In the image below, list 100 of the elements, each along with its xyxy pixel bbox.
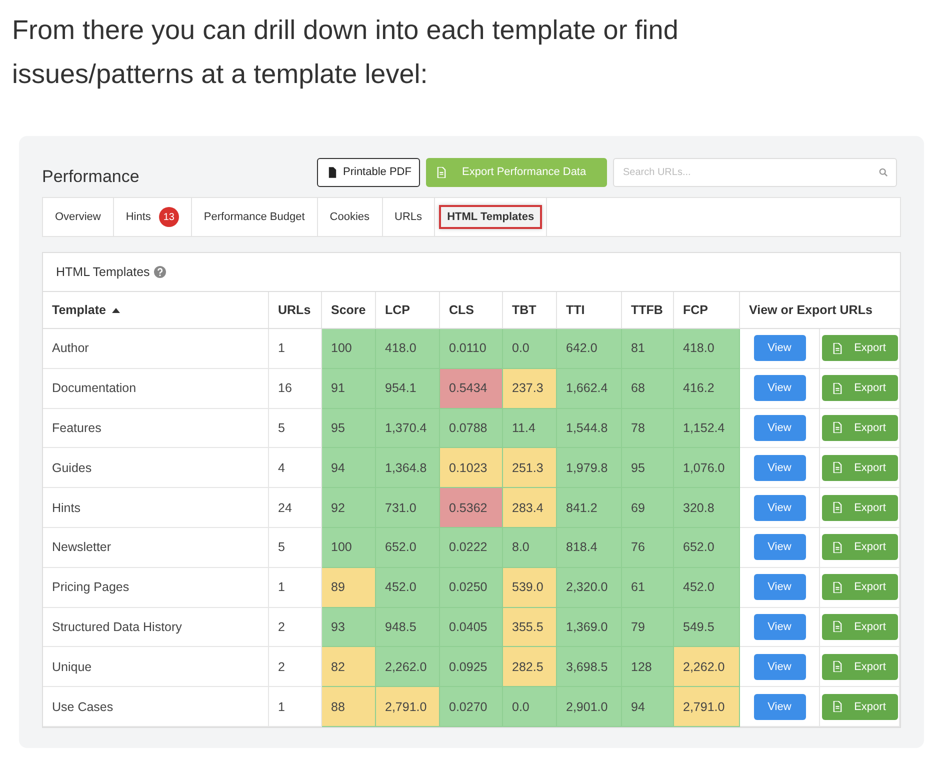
document-icon	[833, 342, 842, 354]
column-header[interactable]: TTFB	[631, 303, 663, 317]
table-cell: 81	[622, 328, 674, 368]
document-icon	[833, 422, 842, 434]
table-cell: 0.0110	[440, 328, 502, 368]
view-button[interactable]: View	[754, 414, 806, 441]
sort-icon[interactable]	[112, 308, 120, 314]
table-cell: 0.5362	[440, 488, 502, 528]
tab[interactable]: Cookies	[322, 205, 378, 229]
view-button[interactable]: View	[754, 654, 806, 680]
table-cell: 2,262.0	[674, 646, 740, 687]
table-cell: 100	[322, 527, 376, 568]
column-header[interactable]: TBT	[512, 303, 536, 317]
tab[interactable]: Performance Budget	[196, 205, 313, 229]
document-icon	[833, 582, 842, 593]
intro-paragraph: From there you can drill down into each template or find issues/patterns at a template level:	[12, 14, 680, 91]
table-cell: Hints	[43, 488, 268, 528]
table-cell: 76	[622, 527, 674, 568]
table-cell: 652.0	[674, 527, 740, 568]
column-header[interactable]: TTI	[566, 303, 585, 317]
table-cell: 82	[322, 646, 376, 687]
column-header[interactable]: CLS	[449, 303, 474, 317]
view-button[interactable]: View	[754, 454, 806, 481]
table-cell: 0.0250	[440, 567, 502, 608]
column-header[interactable]: Score	[331, 303, 366, 317]
column-header[interactable]: Template	[52, 303, 106, 317]
tab[interactable]: HTML Templates	[439, 205, 542, 229]
table-cell: 0.0270	[440, 686, 502, 726]
table-cell: 1,364.8	[376, 448, 440, 488]
table-cell: 1,369.0	[556, 607, 622, 647]
table-cell: 418.0	[376, 328, 440, 368]
view-button[interactable]: View	[754, 335, 806, 362]
table-cell: 0.5434	[440, 368, 502, 408]
view-button[interactable]: View	[754, 694, 806, 720]
view-button[interactable]: View	[754, 494, 806, 521]
table-cell: 237.3	[502, 368, 556, 408]
export-button[interactable]: Export	[822, 375, 898, 402]
document-icon	[437, 166, 446, 178]
table-cell: 95	[622, 448, 674, 488]
table-cell: 1,544.8	[556, 408, 622, 448]
tab[interactable]: URLs	[386, 205, 430, 229]
table-cell: 3,698.5	[556, 646, 622, 687]
pdf-button[interactable]: Printable PDF	[317, 158, 420, 186]
export-button[interactable]: Export	[822, 654, 898, 680]
count-badge: 13	[158, 207, 179, 227]
tab[interactable]: Hints 13	[118, 201, 187, 233]
table-cell: 93	[322, 607, 376, 647]
view-button[interactable]: View	[754, 614, 806, 640]
search-icon	[879, 168, 888, 176]
export-button[interactable]: Export	[822, 454, 898, 481]
table-cell: 2,791.0	[674, 686, 740, 726]
table-cell: 652.0	[376, 527, 440, 568]
table-cell: 2,262.0	[376, 646, 440, 687]
view-button[interactable]: View	[754, 375, 806, 402]
view-button[interactable]: View	[754, 534, 806, 560]
table-cell: 1,152.4	[674, 408, 740, 448]
table-cell: 642.0	[556, 328, 622, 368]
export-button[interactable]: Export	[822, 694, 898, 720]
table-cell: 320.8	[674, 488, 740, 528]
table-cell: Features	[43, 408, 268, 448]
table-cell: 0.0405	[440, 607, 502, 647]
table-cell: 94	[322, 448, 376, 488]
export-button[interactable]: Export	[822, 335, 898, 362]
column-header[interactable]: LCP	[385, 303, 410, 317]
table-cell: 61	[622, 567, 674, 608]
document-icon	[833, 661, 842, 672]
table-cell: 0.0788	[440, 408, 502, 448]
export-button[interactable]: Export	[822, 494, 898, 521]
export-button[interactable]: Export	[822, 574, 898, 600]
table-cell: 282.5	[502, 646, 556, 687]
export-button[interactable]: Export	[822, 614, 898, 640]
table-cell: 539.0	[502, 567, 556, 608]
table-cell: Structured Data History	[43, 607, 268, 647]
table-cell: 452.0	[674, 567, 740, 608]
export-button[interactable]: Export	[822, 534, 898, 560]
table-cell: 69	[622, 488, 674, 528]
table-cell: 89	[322, 567, 376, 608]
table-cell: 841.2	[556, 488, 622, 528]
column-header[interactable]: FCP	[683, 303, 708, 317]
search-field[interactable]: Search URLs...	[613, 158, 897, 186]
table-cell: 8.0	[502, 527, 556, 568]
column-header[interactable]: View or Export URLs	[749, 303, 872, 317]
table-cell: 355.5	[502, 607, 556, 647]
table-cell: 2,320.0	[556, 567, 622, 608]
view-button[interactable]: View	[754, 574, 806, 600]
document-icon	[833, 462, 842, 474]
table-cell: 416.2	[674, 368, 740, 408]
column-header[interactable]: URLs	[278, 303, 311, 317]
table-cell: 731.0	[376, 488, 440, 528]
export-button[interactable]: Export	[822, 414, 898, 441]
panel-title: HTML Templates	[56, 265, 150, 279]
export-data-button[interactable]: Export Performance Data	[426, 158, 607, 186]
table-cell: Newsletter	[43, 527, 268, 568]
document-icon	[833, 502, 842, 514]
table-cell: 0.1023	[440, 448, 502, 488]
tab[interactable]: Overview	[47, 205, 109, 229]
table-cell: 452.0	[376, 567, 440, 608]
document-icon	[833, 382, 842, 394]
table-cell: Guides	[43, 448, 268, 488]
table-cell: 100	[322, 328, 376, 368]
